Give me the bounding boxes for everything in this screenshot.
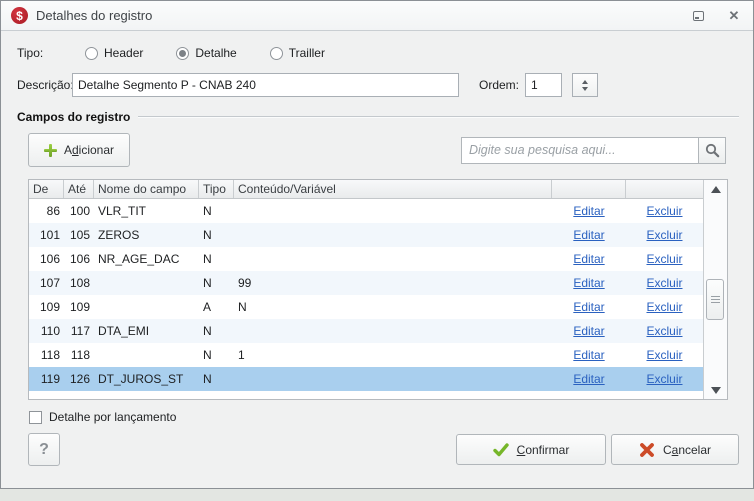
descricao-label: Descrição: — [17, 78, 74, 92]
tipo-radio-trailler[interactable]: Trailler — [269, 46, 325, 60]
group-title: Campos do registro — [17, 110, 131, 124]
help-button[interactable]: ? — [28, 433, 60, 466]
delete-link[interactable]: Excluir — [646, 300, 682, 314]
table-scrollbar[interactable] — [703, 180, 727, 399]
edit-link[interactable]: Editar — [573, 348, 604, 362]
tipo-radio-detalhe[interactable]: Detalhe — [176, 46, 237, 60]
table-row[interactable]: 106 106 NR_AGE_DAC N Editar Excluir — [29, 247, 703, 271]
search-button[interactable] — [699, 136, 726, 164]
radio-icon — [85, 46, 98, 60]
close-window-button[interactable]: ✕ — [723, 6, 745, 26]
scrollbar-thumb[interactable] — [706, 279, 724, 320]
restore-icon — [692, 10, 704, 21]
scroll-up-icon — [710, 185, 721, 193]
table-header-row: De Até Nome do campo Tipo Conteúdo/Variá… — [29, 180, 703, 199]
scroll-up-button[interactable] — [704, 180, 727, 198]
radio-icon — [176, 46, 190, 60]
spinner-up-icon[interactable] — [582, 79, 589, 84]
restore-window-button[interactable] — [687, 6, 709, 26]
column-header-editar[interactable] — [552, 180, 626, 198]
title-bar: $ Detalhes do registro ✕ — [1, 1, 753, 31]
table-row[interactable]: 101 105 ZEROS N Editar Excluir — [29, 223, 703, 247]
table-row[interactable]: 110 117 DTA_EMI N Editar Excluir — [29, 319, 703, 343]
plus-icon — [43, 143, 57, 157]
tipo-label: Tipo: — [17, 46, 44, 60]
table-row[interactable]: 86 100 VLR_TIT N Editar Excluir — [29, 199, 703, 223]
delete-link[interactable]: Excluir — [646, 348, 682, 362]
fields-table: De Até Nome do campo Tipo Conteúdo/Variá… — [28, 179, 728, 400]
delete-link[interactable]: Excluir — [646, 228, 682, 242]
table-row[interactable]: 119 126 DT_JUROS_ST N Editar Excluir — [29, 367, 703, 391]
column-header-tipo[interactable]: Tipo — [199, 180, 234, 198]
table-row[interactable]: 109 109 A N Editar Excluir — [29, 295, 703, 319]
scroll-down-icon — [710, 386, 721, 394]
column-header-excluir[interactable] — [626, 180, 703, 198]
check-icon — [492, 442, 509, 456]
close-icon: ✕ — [728, 7, 740, 23]
edit-link[interactable]: Editar — [573, 324, 604, 338]
record-details-dialog: $ Detalhes do registro ✕ Tipo: Header De… — [0, 0, 754, 489]
descricao-input[interactable] — [72, 73, 459, 97]
detalhe-por-lancamento-checkbox[interactable] — [29, 410, 42, 424]
edit-link[interactable]: Editar — [573, 276, 604, 290]
edit-link[interactable]: Editar — [573, 228, 604, 242]
edit-link[interactable]: Editar — [573, 372, 604, 386]
confirm-button[interactable]: Confirmar — [456, 434, 606, 465]
radio-icon — [269, 46, 283, 60]
edit-link[interactable]: Editar — [573, 300, 604, 314]
scroll-down-button[interactable] — [704, 381, 727, 399]
delete-link[interactable]: Excluir — [646, 324, 682, 338]
search-icon — [705, 143, 719, 157]
edit-link[interactable]: Editar — [573, 252, 604, 266]
column-header-de[interactable]: De — [29, 180, 64, 198]
table-row[interactable]: 118 118 N 1 Editar Excluir — [29, 343, 703, 367]
column-header-conteudo[interactable]: Conteúdo/Variável — [234, 180, 552, 198]
tipo-radio-header[interactable]: Header — [85, 46, 143, 60]
delete-link[interactable]: Excluir — [646, 372, 682, 386]
delete-link[interactable]: Excluir — [646, 252, 682, 266]
delete-link[interactable]: Excluir — [646, 204, 682, 218]
add-button[interactable]: Adicionar — [28, 133, 130, 167]
column-header-ate[interactable]: Até — [64, 180, 94, 198]
app-dollar-icon: $ — [11, 7, 28, 24]
edit-link[interactable]: Editar — [573, 204, 604, 218]
delete-link[interactable]: Excluir — [646, 276, 682, 290]
checkbox-label: Detalhe por lançamento — [49, 410, 177, 424]
search-input[interactable] — [461, 136, 699, 164]
ordem-input[interactable] — [525, 73, 563, 97]
window-title: Detalhes do registro — [36, 8, 153, 23]
cancel-button[interactable]: Cancelar — [611, 434, 739, 465]
group-divider — [138, 116, 739, 118]
spinner-down-icon[interactable] — [582, 86, 589, 91]
column-header-nome[interactable]: Nome do campo — [94, 180, 199, 198]
table-row[interactable]: 107 108 N 99 Editar Excluir — [29, 271, 703, 295]
x-icon — [640, 442, 654, 457]
tipo-radio-group: Header Detalhe Trailler — [85, 46, 358, 60]
ordem-spinner[interactable] — [572, 73, 599, 97]
ordem-label: Ordem: — [479, 78, 520, 92]
